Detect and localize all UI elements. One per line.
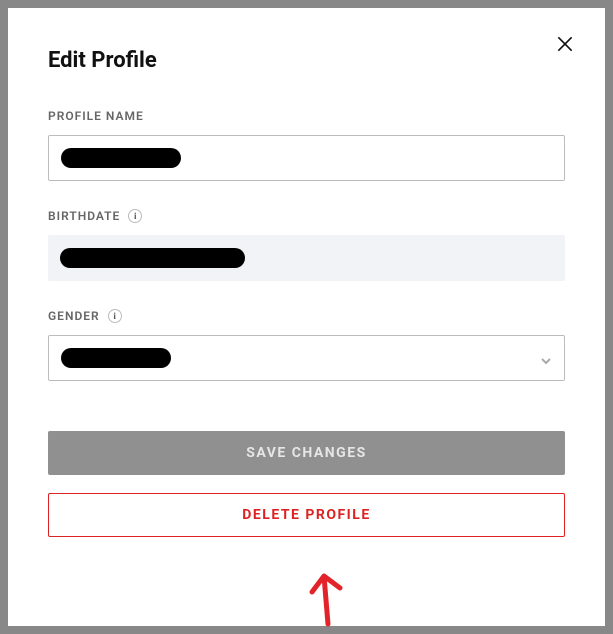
birthdate-label: BIRTHDATE <box>48 209 120 223</box>
profile-name-value <box>61 148 181 168</box>
delete-button[interactable]: DELETE PROFILE <box>48 493 565 537</box>
info-icon[interactable]: i <box>128 209 142 223</box>
close-icon <box>555 34 575 54</box>
birthdate-group: BIRTHDATE i <box>48 209 565 281</box>
modal-title: Edit Profile <box>48 48 565 73</box>
save-button[interactable]: SAVE CHANGES <box>48 431 565 475</box>
gender-select[interactable] <box>48 335 565 381</box>
gender-group: GENDER i <box>48 309 565 381</box>
birthdate-value <box>60 248 245 268</box>
profile-name-group: PROFILE NAME <box>48 109 565 181</box>
birthdate-input[interactable] <box>48 235 565 281</box>
gender-value <box>61 348 171 368</box>
button-row: SAVE CHANGES DELETE PROFILE <box>48 431 565 537</box>
profile-name-input[interactable] <box>48 135 565 181</box>
close-button[interactable] <box>553 32 577 56</box>
info-icon[interactable]: i <box>108 309 122 323</box>
profile-name-label: PROFILE NAME <box>48 109 144 123</box>
annotation-arrow <box>306 566 350 634</box>
chevron-down-icon <box>540 352 552 364</box>
edit-profile-modal: Edit Profile PROFILE NAME BIRTHDATE i GE… <box>8 8 605 626</box>
gender-label: GENDER <box>48 309 100 323</box>
